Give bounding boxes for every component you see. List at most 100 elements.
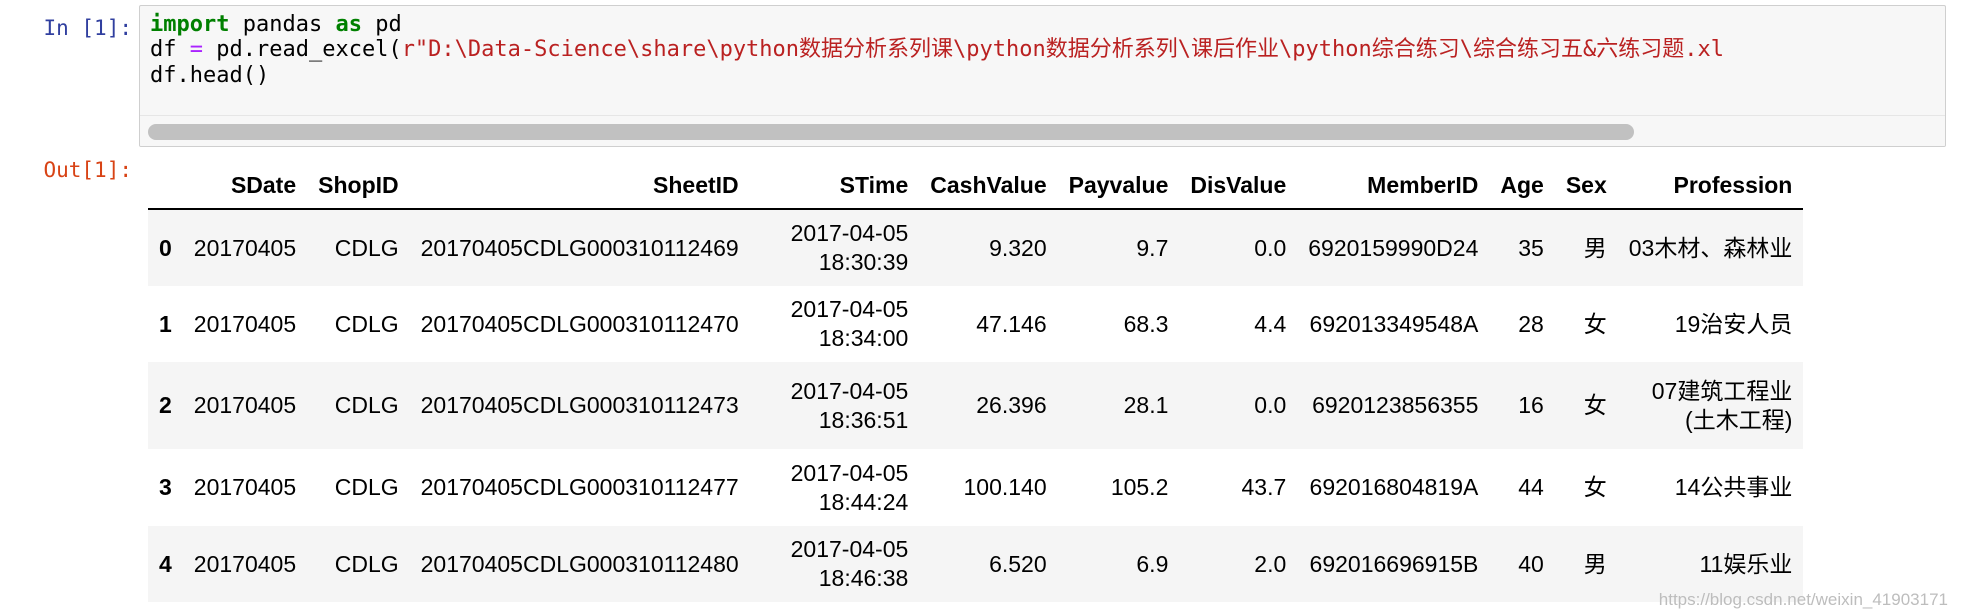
cell-cashvalue: 26.396 — [976, 392, 1047, 418]
table-row: 0 20170405 CDLG 20170405CDLG000310112469… — [148, 209, 1804, 286]
cell-sex: 男 — [1583, 550, 1607, 577]
cell-disvalue: 4.4 — [1254, 310, 1287, 337]
cell-age: 44 — [1518, 474, 1544, 500]
stime-time: 18:44:24 — [818, 488, 909, 515]
column-header-age: Age — [1489, 162, 1555, 210]
cell-sheetid: 20170405CDLG000310112473 — [420, 392, 739, 418]
column-header-sex: Sex — [1554, 162, 1618, 210]
cell-sex: 女 — [1583, 474, 1607, 500]
row-index: 3 — [159, 474, 172, 500]
cell-disvalue: 0.0 — [1254, 234, 1287, 261]
table-row: 2 20170405 CDLG 20170405CDLG000310112473… — [148, 362, 1804, 449]
column-header-profession: Profession — [1617, 162, 1804, 210]
column-header-sdate: SDate — [182, 162, 308, 210]
cell-shopid: CDLG — [334, 310, 399, 337]
code-line-3: df.head() — [150, 63, 270, 88]
row-index: 1 — [159, 310, 172, 337]
column-header-payvalue: Payvalue — [1057, 162, 1180, 210]
profession-line-1: 11娱乐业 — [1699, 550, 1793, 577]
cell-profession: 14公共事业 — [1618, 449, 1804, 526]
horizontal-scrollbar[interactable] — [140, 115, 1945, 146]
cell-payvalue: 6.9 — [1136, 550, 1169, 577]
cell-cashvalue: 47.146 — [976, 310, 1047, 337]
row-index: 0 — [159, 234, 172, 261]
cell-stime: 2017-04-05 18:34:00 — [750, 286, 920, 362]
cell-sdate: 20170405 — [193, 392, 297, 418]
cell-memberid: 692016696915B — [1309, 550, 1479, 577]
cell-cashvalue: 6.520 — [989, 550, 1047, 577]
stime-date: 2017-04-05 — [790, 536, 909, 562]
cell-sex: 男 — [1583, 234, 1607, 261]
code-editor[interactable]: import pandas as pd df = pd.read_excel(r… — [139, 5, 1946, 147]
row-index: 4 — [159, 550, 172, 577]
profession-line-1: 14公共事业 — [1674, 474, 1793, 500]
output-area: SDate ShopID SheetID STime CashValue Pay… — [148, 162, 1918, 602]
cell-profession: 07建筑工程业 (土木工程) — [1618, 362, 1804, 449]
code-operator: = — [189, 37, 203, 62]
cell-shopid: CDLG — [334, 474, 399, 500]
cell-sdate: 20170405 — [193, 310, 297, 337]
code-line-2: df = pd.read_excel(r"D:\Data-Science\sha… — [150, 35, 1724, 65]
cell-age: 35 — [1518, 234, 1544, 261]
scrollbar-thumb[interactable] — [148, 124, 1634, 140]
stime-date: 2017-04-05 — [790, 220, 909, 246]
column-header-stime: STime — [749, 162, 920, 210]
cell-sheetid: 20170405CDLG000310112470 — [420, 310, 739, 337]
cell-sdate: 20170405 — [193, 474, 297, 500]
cell-disvalue: 43.7 — [1241, 474, 1287, 500]
column-header-disvalue: DisValue — [1179, 162, 1298, 210]
cell-sex: 女 — [1583, 310, 1607, 337]
stime-date: 2017-04-05 — [790, 296, 909, 322]
profession-line-1: 19治安人员 — [1674, 310, 1793, 337]
cell-payvalue: 9.7 — [1136, 234, 1169, 261]
cell-cashvalue: 9.320 — [989, 234, 1047, 261]
stime-time: 18:30:39 — [818, 249, 909, 275]
table-row: 1 20170405 CDLG 20170405CDLG000310112470… — [148, 286, 1803, 362]
output-prompt: Out[1]: — [43, 158, 132, 182]
row-index: 2 — [159, 392, 172, 418]
cell-profession: 19治安人员 — [1618, 286, 1804, 362]
keyword-as: as — [335, 12, 362, 37]
column-header-index — [148, 162, 183, 210]
column-header-shopid: ShopID — [307, 162, 410, 210]
stime-time: 18:46:38 — [818, 565, 909, 591]
cell-memberid: 692013349548A — [1309, 310, 1479, 337]
cell-cashvalue: 100.140 — [963, 474, 1047, 500]
cell-sheetid: 20170405CDLG000310112477 — [420, 474, 739, 500]
cell-payvalue: 28.1 — [1123, 392, 1169, 418]
stime-date: 2017-04-05 — [790, 459, 909, 486]
code-module: pandas — [229, 12, 336, 37]
cell-shopid: CDLG — [334, 550, 399, 577]
cell-shopid: CDLG — [334, 392, 399, 418]
profession-line-2: (土木工程) — [1685, 406, 1793, 433]
keyword-import: import — [150, 12, 230, 37]
cell-payvalue: 105.2 — [1110, 474, 1169, 500]
cell-shopid: CDLG — [334, 234, 399, 261]
cell-disvalue: 0.0 — [1254, 392, 1287, 418]
cell-payvalue: 68.3 — [1123, 310, 1169, 337]
cell-sex: 女 — [1583, 392, 1607, 418]
column-header-cashvalue: CashValue — [919, 162, 1058, 210]
stime-time: 18:34:00 — [818, 325, 909, 351]
cell-memberid: 6920123856355 — [1312, 392, 1479, 418]
column-header-sheetid: SheetID — [409, 162, 750, 210]
cell-stime: 2017-04-05 18:44:24 — [750, 449, 920, 526]
cell-memberid: 692016804819A — [1309, 474, 1479, 500]
cell-age: 40 — [1518, 550, 1544, 577]
cell-sdate: 20170405 — [193, 234, 297, 261]
cell-profession: 03木材、森林业 — [1618, 209, 1804, 286]
profession-line-1: 07建筑工程业 — [1651, 377, 1793, 404]
dataframe-table: SDate ShopID SheetID STime CashValue Pay… — [148, 162, 1804, 602]
cell-stime: 2017-04-05 18:36:51 — [750, 362, 920, 449]
stime-time: 18:36:51 — [818, 406, 909, 433]
code-lhs: df — [150, 37, 190, 62]
code-alias: pd — [361, 12, 402, 37]
table-row: 3 20170405 CDLG 20170405CDLG000310112477… — [148, 449, 1803, 526]
input-prompt: In [1]: — [43, 16, 132, 40]
column-header-memberid: MemberID — [1297, 162, 1490, 210]
code-call: pd.read_excel( — [203, 37, 402, 62]
stime-date: 2017-04-05 — [790, 377, 909, 404]
cell-age: 16 — [1518, 392, 1544, 418]
table-header-row: SDate ShopID SheetID STime CashValue Pay… — [148, 162, 1804, 210]
cell-stime: 2017-04-05 18:46:38 — [750, 526, 920, 602]
